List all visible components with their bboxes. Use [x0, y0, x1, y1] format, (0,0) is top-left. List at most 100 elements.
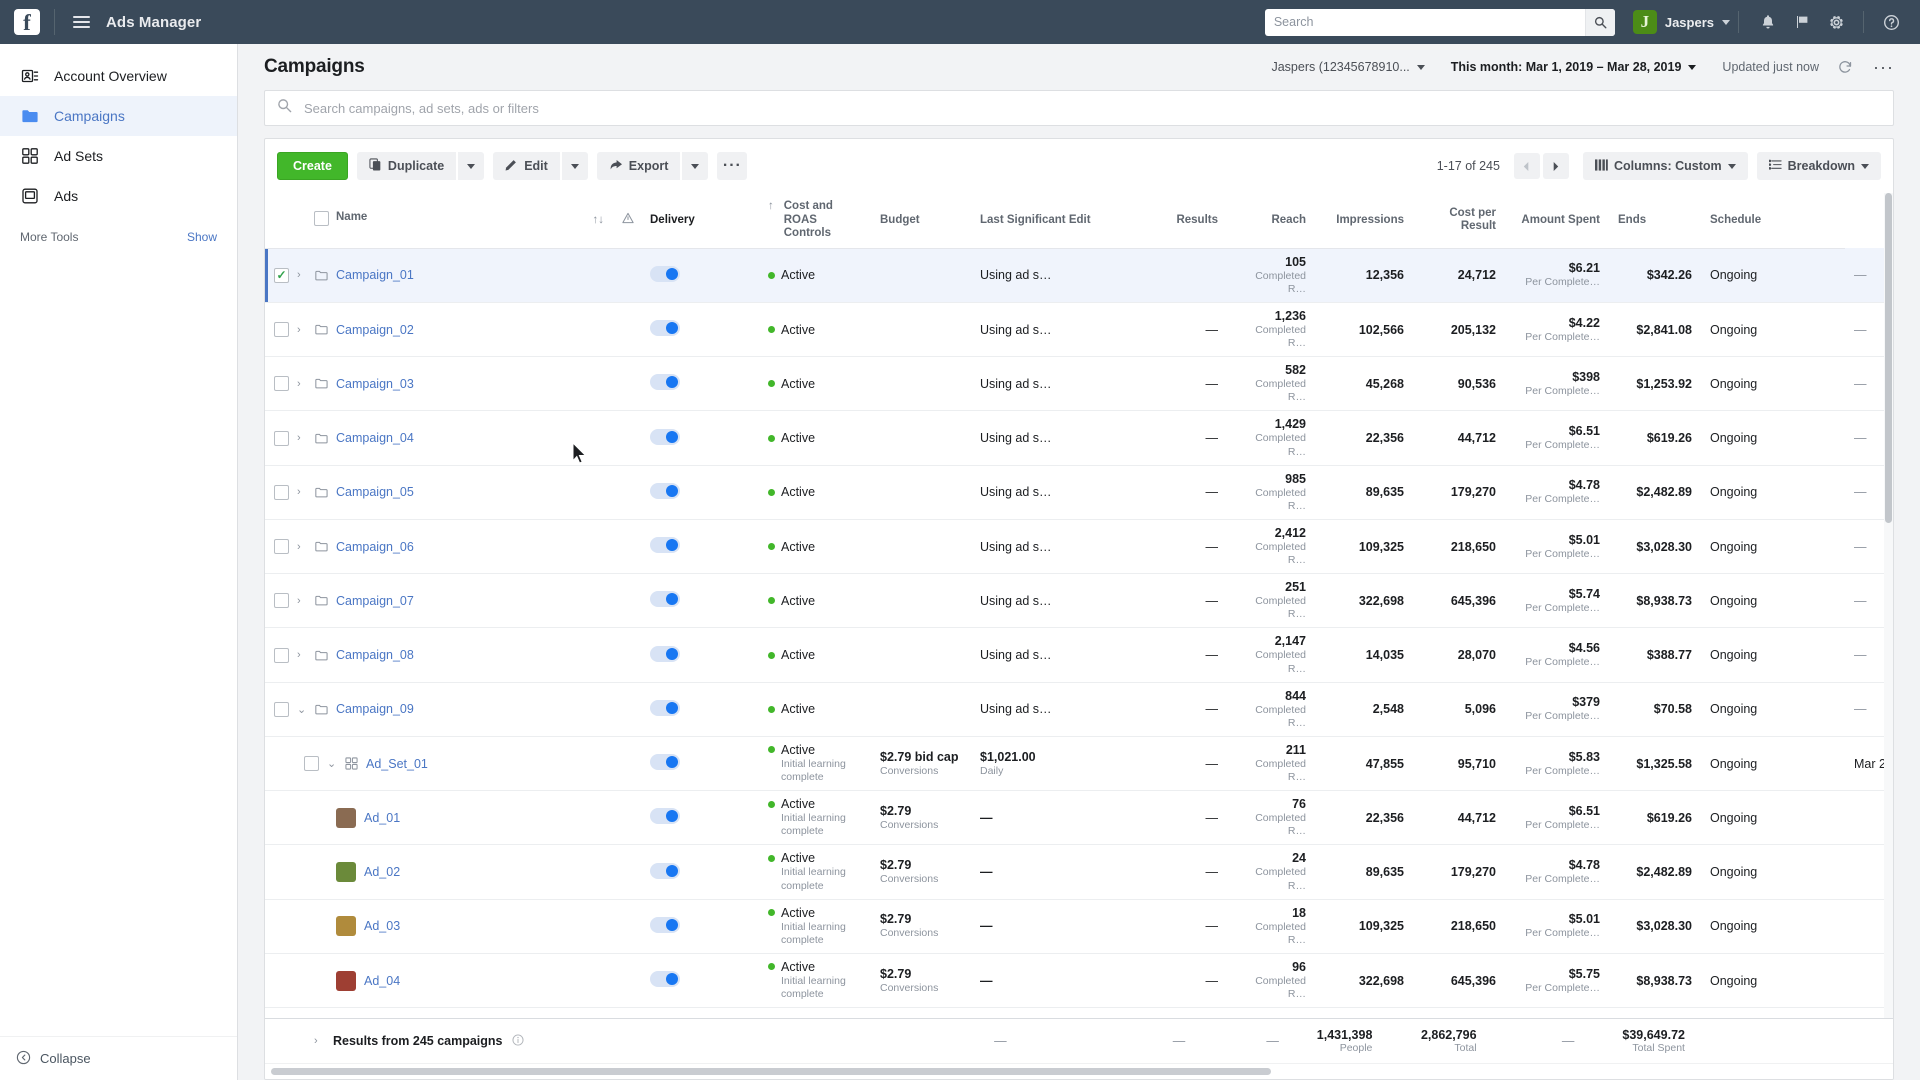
cell-name[interactable]: › Campaign_04: [265, 410, 565, 466]
hamburger-menu-icon[interactable]: [69, 12, 94, 32]
cell-delivery-toggle[interactable]: [641, 953, 759, 1009]
horizontal-scrollbar[interactable]: [265, 1063, 1893, 1079]
chevron-right-icon[interactable]: ›: [297, 541, 307, 553]
column-header-name-sort[interactable]: ↑↓: [565, 193, 613, 249]
column-header-reach[interactable]: Reach: [1227, 193, 1315, 249]
cell-name[interactable]: Ad_02: [265, 844, 565, 900]
cell-delivery-toggle[interactable]: [641, 410, 759, 466]
cell-name[interactable]: › Campaign_08: [265, 627, 565, 683]
cell-name[interactable]: › Ad_Set_02: [265, 1007, 565, 1018]
delivery-toggle[interactable]: [650, 320, 680, 337]
table-row[interactable]: › Campaign_07 Active Using ad s… — 251 Co…: [265, 573, 1893, 629]
chevron-right-icon[interactable]: ›: [314, 1035, 324, 1047]
refresh-icon[interactable]: [1833, 55, 1857, 79]
flag-icon[interactable]: [1787, 7, 1817, 37]
help-icon[interactable]: [1876, 7, 1906, 37]
duplicate-dropdown-caret[interactable]: [458, 152, 485, 180]
column-header-last-significant-edit[interactable]: Last Significant Edit: [971, 193, 1139, 249]
row-checkbox[interactable]: [274, 701, 289, 717]
breakdown-button[interactable]: Breakdown: [1756, 152, 1881, 180]
export-dropdown-caret[interactable]: [682, 152, 709, 180]
page-more-options-icon[interactable]: ···: [1873, 58, 1894, 76]
cell-delivery-toggle[interactable]: [641, 736, 759, 792]
vertical-scrollbar-thumb[interactable]: [1885, 193, 1892, 523]
cell-name[interactable]: › Campaign_06: [265, 519, 565, 575]
row-checkbox[interactable]: [304, 756, 319, 772]
global-search[interactable]: [1264, 8, 1615, 36]
table-row[interactable]: › Campaign_08 Active Using ad s… — 2,147…: [265, 627, 1893, 683]
edit-dropdown-caret[interactable]: [561, 152, 588, 180]
date-range-picker[interactable]: This month: Mar 1, 2019 – Mar 28, 2019: [1451, 60, 1697, 74]
chevron-right-icon[interactable]: ›: [297, 649, 307, 661]
column-header-ends[interactable]: Ends: [1609, 193, 1701, 249]
table-row[interactable]: › Campaign_05 Active Using ad s… — 985 Co…: [265, 465, 1893, 520]
select-all-checkbox[interactable]: [314, 210, 329, 226]
cell-name[interactable]: ✓ › Campaign_01: [265, 248, 565, 303]
cell-delivery-toggle[interactable]: [641, 682, 759, 737]
chevron-right-icon[interactable]: ›: [297, 486, 307, 498]
cell-delivery-toggle[interactable]: [641, 790, 759, 846]
columns-button[interactable]: Columns: Custom: [1582, 152, 1748, 180]
cell-delivery-toggle[interactable]: [641, 465, 759, 520]
column-header-schedule[interactable]: Schedule: [1701, 193, 1845, 249]
chevron-right-icon[interactable]: ›: [297, 378, 307, 390]
delivery-toggle[interactable]: [650, 862, 680, 879]
table-row[interactable]: › Campaign_04 Active Using ad s… — 1,429…: [265, 410, 1893, 466]
table-row[interactable]: ⌄ Campaign_09 Active Using ad s… — 844 Co…: [265, 682, 1893, 737]
cell-name[interactable]: › Campaign_02: [265, 302, 565, 358]
delivery-toggle[interactable]: [650, 591, 680, 608]
column-header-impressions[interactable]: Impressions: [1315, 193, 1413, 249]
pagination-next-button[interactable]: [1542, 153, 1569, 179]
delivery-toggle[interactable]: [650, 374, 680, 391]
row-checkbox[interactable]: [274, 647, 289, 663]
row-name-link[interactable]: Campaign_04: [336, 431, 414, 445]
column-header-cost-per-result[interactable]: Cost per Result: [1413, 193, 1505, 249]
pagination-prev-button[interactable]: [1513, 153, 1540, 179]
cell-delivery-toggle[interactable]: [641, 519, 759, 575]
account-switcher[interactable]: J Jaspers: [1632, 10, 1730, 34]
row-checkbox[interactable]: [274, 322, 289, 338]
column-header-name[interactable]: Name: [265, 193, 565, 249]
sidebar-item-campaigns[interactable]: Campaigns: [0, 96, 237, 136]
horizontal-scrollbar-thumb[interactable]: [271, 1068, 1271, 1075]
delivery-toggle[interactable]: [650, 645, 680, 662]
cell-name[interactable]: › Campaign_05: [265, 465, 565, 520]
cell-delivery-toggle[interactable]: [641, 627, 759, 683]
row-checkbox[interactable]: ✓: [274, 267, 289, 283]
cell-delivery-toggle[interactable]: [641, 573, 759, 629]
cell-name[interactable]: › Campaign_07: [265, 573, 565, 629]
delivery-toggle[interactable]: [650, 971, 680, 988]
row-name-link[interactable]: Ad_03: [364, 919, 400, 933]
row-checkbox[interactable]: [274, 376, 289, 392]
facebook-logo-icon[interactable]: f: [14, 9, 40, 35]
sidebar-item-ads[interactable]: Ads: [0, 176, 237, 216]
chevron-right-icon[interactable]: ›: [297, 432, 307, 444]
account-selector-dropdown[interactable]: Jaspers (12345678910...: [1271, 60, 1425, 74]
table-row[interactable]: › Campaign_02 Active Using ad s… — 1,236…: [265, 302, 1893, 358]
column-header-budget[interactable]: Budget: [871, 193, 971, 249]
cell-name[interactable]: Ad_04: [265, 953, 565, 1009]
global-search-input[interactable]: [1264, 8, 1585, 36]
column-header-amount-spent[interactable]: Amount Spent: [1505, 193, 1609, 249]
row-checkbox[interactable]: [274, 593, 289, 609]
row-name-link[interactable]: Campaign_02: [336, 323, 414, 337]
cell-delivery-toggle[interactable]: [641, 899, 759, 954]
more-tools-show-link[interactable]: Show: [187, 230, 217, 244]
row-name-link[interactable]: Campaign_03: [336, 377, 414, 391]
duplicate-button[interactable]: Duplicate: [356, 152, 457, 180]
delivery-toggle[interactable]: [650, 428, 680, 445]
row-name-link[interactable]: Ad_01: [364, 811, 400, 825]
create-button[interactable]: Create: [277, 152, 348, 180]
sidebar-item-ad-sets[interactable]: Ad Sets: [0, 136, 237, 176]
row-checkbox[interactable]: [274, 484, 289, 500]
table-row[interactable]: ⌄ Ad_Set_01 Active Initial learning comp…: [265, 736, 1893, 792]
delivery-toggle[interactable]: [650, 754, 680, 771]
delivery-toggle[interactable]: [650, 916, 680, 933]
column-header-cost-roas[interactable]: ↑ Cost and ROAS Controls: [759, 193, 871, 249]
table-row[interactable]: › Ad_Set_02 Active $1.89 bid cap $962.32…: [265, 1007, 1893, 1018]
table-row[interactable]: Ad_02 Active Initial learning complete $…: [265, 844, 1893, 900]
table-row[interactable]: Ad_01 Active Initial learning complete $…: [265, 790, 1893, 846]
search-icon[interactable]: [1584, 8, 1615, 36]
cell-name[interactable]: Ad_01: [265, 790, 565, 846]
row-checkbox[interactable]: [274, 430, 289, 446]
